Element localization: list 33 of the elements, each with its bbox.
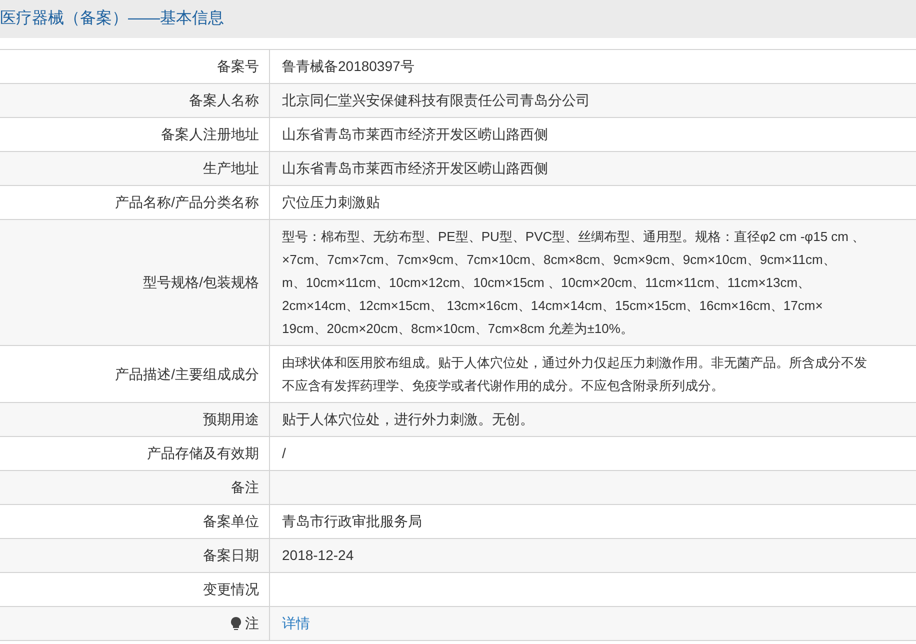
field-value: 鲁青械备20180397号 [282,57,414,76]
text-line: 2cm×14cm、12cm×15cm、 13cm×16cm、14cm×14cm、15cm×15cm、16cm×16cm、17cm× [282,297,824,315]
field-label: 备案人名称 [189,91,259,110]
field-value: 穴位压力刺激贴 [282,193,380,212]
field-value: 山东省青岛市莱西市经济开发区崂山路西侧 [282,125,548,144]
text-line: 型号：棉布型、无纺布型、PE型、PU型、PVC型、丝绸布型、通用型。规格：直径φ2 cm -φ15 cm 、 [282,228,866,246]
text-line: 不应含有发挥药理学、免疫学或者代谢作用的成分。不应包含附录所列成分。 [282,377,725,395]
field-label: 预期用途 [203,410,259,429]
text-line: ×7cm、7cm×7cm、7cm×9cm、7cm×10cm、8cm×8cm、9cm×9cm、9cm×10cm、9cm×11cm、 [282,251,837,269]
field-label: 变更情况 [203,580,259,599]
field-label: 备案日期 [203,546,259,565]
field-value: 山东省青岛市莱西市经济开发区崂山路西侧 [282,159,548,178]
field-label: 备案人注册地址 [161,125,259,144]
text-line: m、10cm×11cm、10cm×12cm、10cm×15cm 、10cm×20cm、11cm×11cm、11cm×13cm、 [282,274,812,292]
field-label: 备注 [231,478,259,497]
field-label: 产品名称/产品分类名称 [115,193,259,212]
lightbulb-icon [231,617,241,630]
field-value: / [282,444,286,463]
field-value: 贴于人体穴位处，进行外力刺激。无创。 [282,410,534,429]
field-label: 产品存储及有效期 [147,444,259,463]
field-value: 2018-12-24 [282,546,354,565]
field-label: 生产地址 [203,159,259,178]
text-line: 19cm、20cm×20cm、8cm×10cm、7cm×8cm 允差为±10%。 [282,320,634,338]
page-title: 医疗器械（备案）——基本信息 [0,8,224,29]
field-label: 注 [245,614,259,633]
field-label: 备案号 [217,57,259,76]
field-label: 型号规格/包装规格 [143,273,259,292]
field-label: 产品描述/主要组成成分 [115,364,259,384]
field-label: 备案单位 [203,512,259,531]
field-value: 青岛市行政审批服务局 [282,512,422,531]
text-line: 由球状体和医用胶布组成。贴于人体穴位处，通过外力仅起压力刺激作用。非无菌产品。所含成分不发 [282,354,867,372]
details-link[interactable]: 详情 [282,613,310,634]
field-value: 北京同仁堂兴安保健科技有限责任公司青岛分公司 [282,91,590,110]
